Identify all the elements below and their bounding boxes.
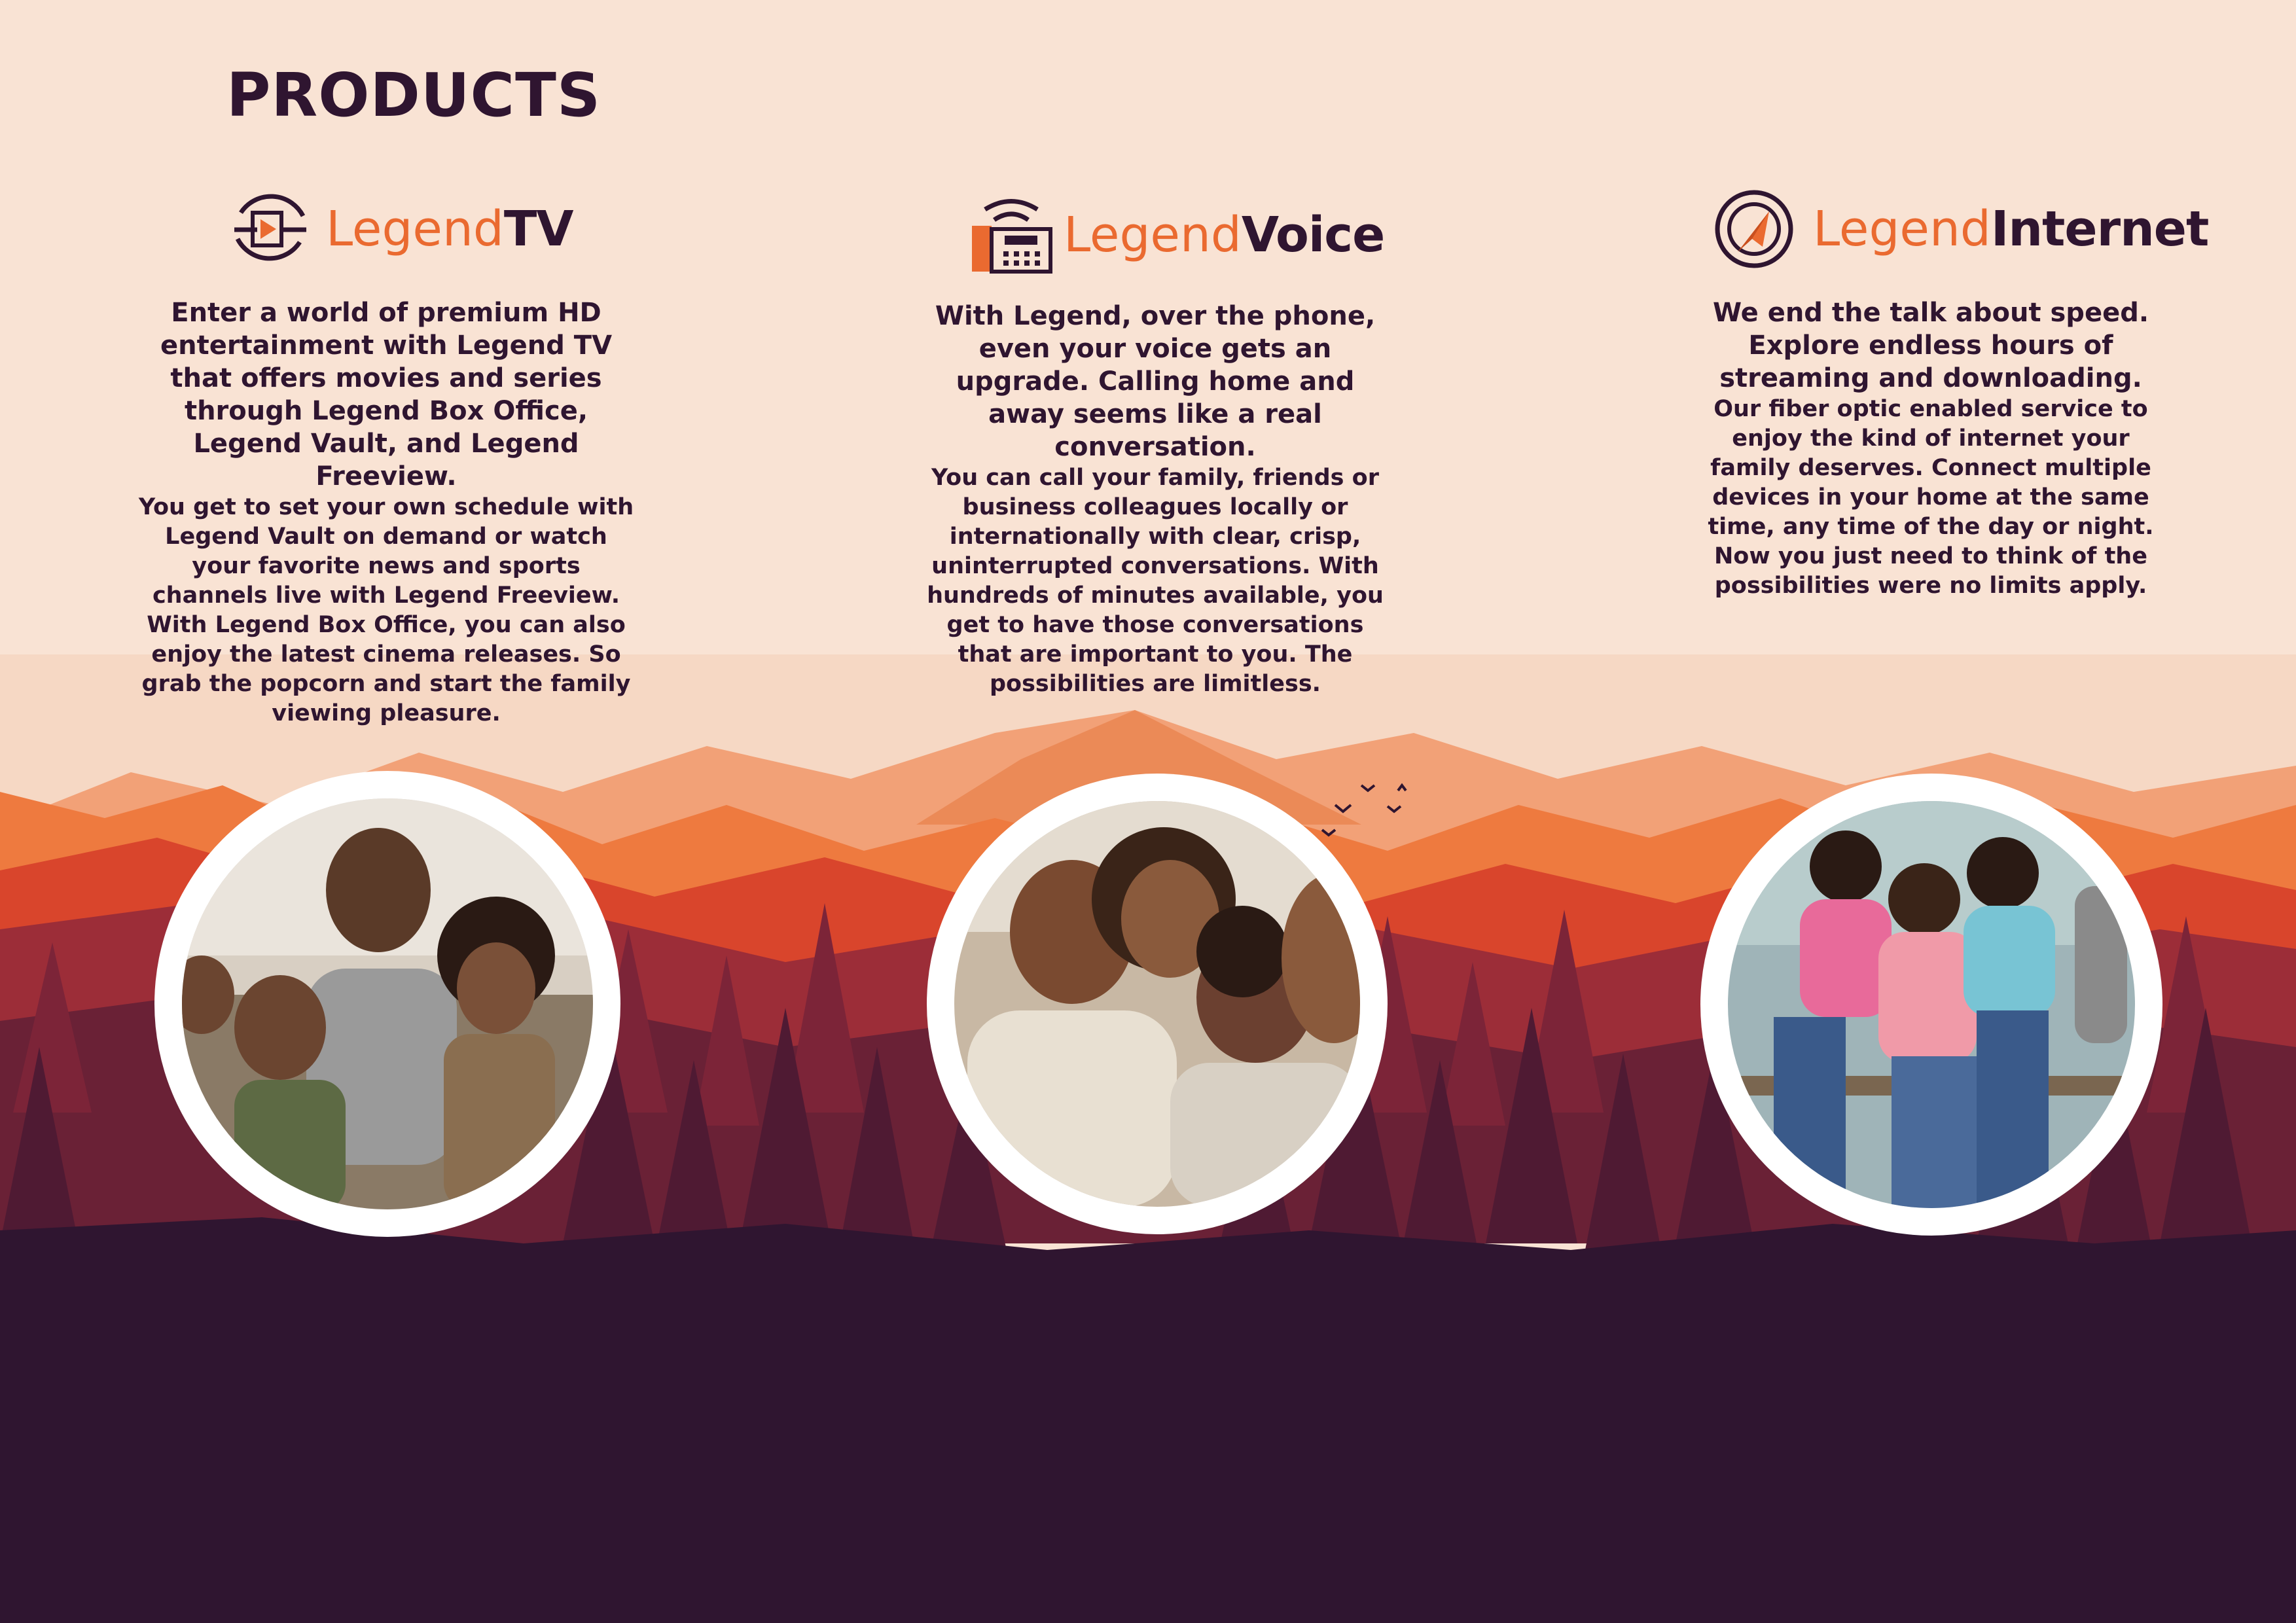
photo-family-outdoors bbox=[1700, 774, 2162, 1236]
brand-light-text: Legend bbox=[326, 201, 504, 257]
brand-name: LegendInternet bbox=[1813, 205, 2209, 253]
play-icon bbox=[234, 194, 306, 261]
photo-family-hugging bbox=[927, 774, 1388, 1234]
brand-name: LegendVoice bbox=[1064, 211, 1385, 259]
brand-bold-text: Voice bbox=[1241, 207, 1385, 263]
cursor-arrow-icon bbox=[1715, 190, 1793, 268]
family-photo-image bbox=[954, 801, 1360, 1207]
product-legend-internet: LegendInternet We end the talk about spe… bbox=[1682, 187, 2209, 601]
brand-name: LegendTV bbox=[326, 205, 574, 253]
brand-light-text: Legend bbox=[1064, 207, 1242, 263]
product-legend-tv: LegendTV Enter a world of premium HD ent… bbox=[137, 187, 635, 728]
family-photo-image bbox=[182, 798, 593, 1209]
product-body-text: Our fiber optic enabled service to enjoy… bbox=[1708, 396, 2154, 599]
page-title: PRODUCTS bbox=[226, 60, 601, 130]
product-description: We end the talk about speed. Explore end… bbox=[1682, 296, 2179, 601]
brand-light-text: Legend bbox=[1813, 201, 1991, 257]
product-header: LegendInternet bbox=[1682, 187, 2209, 285]
brochure-page: PRODUCTS LegendTV Enter a world of premi… bbox=[0, 0, 2296, 1623]
product-body-text: You get to set your own schedule with Le… bbox=[138, 494, 634, 726]
family-photo-image bbox=[1728, 801, 2135, 1208]
product-legend-voice: LegendVoice With Legend, over the phone,… bbox=[906, 190, 1404, 699]
product-lead-text: We end the talk about speed. Explore end… bbox=[1712, 298, 2149, 393]
product-lead-text: With Legend, over the phone, even your v… bbox=[935, 301, 1376, 462]
product-description: With Legend, over the phone, even your v… bbox=[906, 300, 1404, 699]
phone-icon bbox=[972, 199, 1052, 274]
product-body-text: You can call your family, friends or bus… bbox=[927, 465, 1384, 697]
product-header: LegendVoice bbox=[906, 190, 1404, 288]
product-header: LegendTV bbox=[137, 187, 635, 285]
brand-bold-text: Internet bbox=[1990, 201, 2210, 257]
product-description: Enter a world of premium HD entertainmen… bbox=[137, 296, 635, 728]
brand-bold-text: TV bbox=[503, 201, 574, 257]
photo-family-watching-tv bbox=[154, 771, 620, 1237]
product-lead-text: Enter a world of premium HD entertainmen… bbox=[160, 298, 613, 491]
